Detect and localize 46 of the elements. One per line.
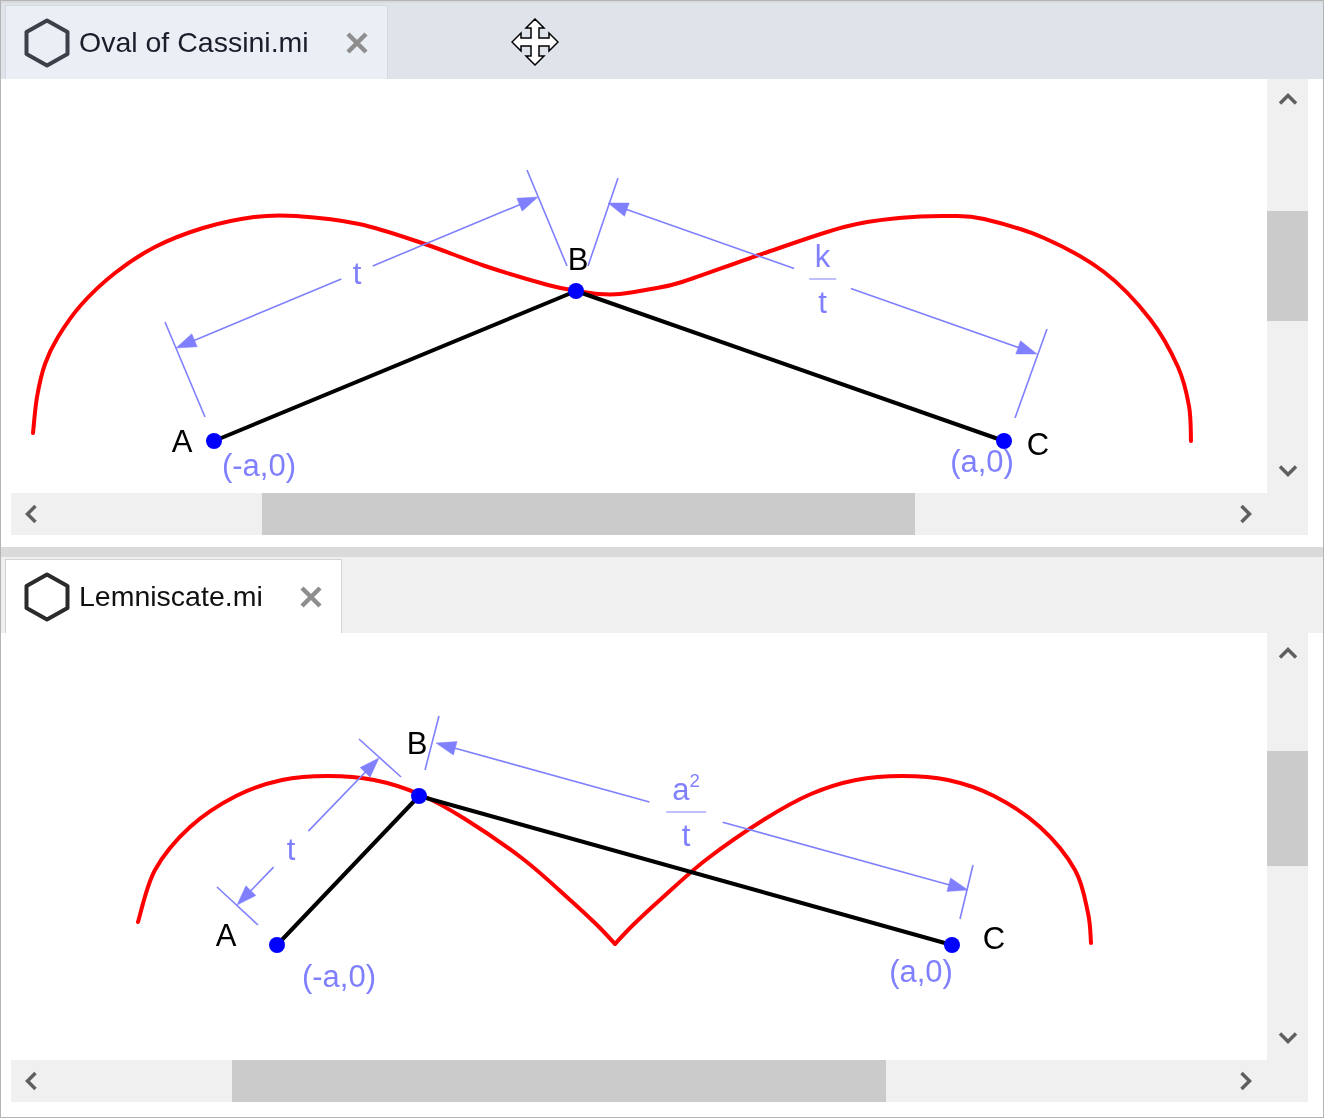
chevron-up-icon[interactable] <box>1277 647 1298 659</box>
scrollbar-thumb[interactable] <box>262 493 915 535</box>
move-cursor-icon <box>511 18 559 66</box>
point-dot <box>568 283 584 299</box>
chevron-down-icon[interactable] <box>1277 1032 1298 1044</box>
chevron-down-icon[interactable] <box>1277 465 1298 477</box>
chevron-right-icon[interactable] <box>1240 504 1252 524</box>
extension-line <box>216 886 259 926</box>
hexagon-icon <box>24 571 70 622</box>
point-dot <box>411 788 427 804</box>
point-label: A <box>215 919 237 951</box>
point-label: A <box>171 425 193 457</box>
fraction-label: k t <box>808 240 837 317</box>
point-dot <box>944 937 960 953</box>
dimension-label: t <box>286 833 296 865</box>
hexagon-icon <box>24 17 70 68</box>
horizontal-scrollbar[interactable] <box>11 493 1308 535</box>
scrollbar-thumb[interactable] <box>1267 211 1308 321</box>
fraction-label: a$^{2}$ t <box>666 773 706 851</box>
horizontal-scrollbar[interactable] <box>11 1060 1308 1102</box>
close-icon[interactable] <box>298 584 323 609</box>
coordinate-label: (a,0) <box>889 955 953 987</box>
file-tab[interactable]: Oval of Cassini.mi <box>5 5 388 79</box>
file-tab[interactable]: Lemniscate.mi <box>5 559 342 633</box>
point-label: B <box>567 243 589 275</box>
coordinate-label: (a,0) <box>950 445 1014 477</box>
vertical-scrollbar[interactable] <box>1267 79 1308 493</box>
point-dot <box>206 433 222 449</box>
scrollbar-thumb[interactable] <box>1267 751 1308 866</box>
extension-line <box>424 715 440 771</box>
point-dot <box>269 937 285 953</box>
point-dot <box>996 433 1012 449</box>
scrollbar-thumb[interactable] <box>232 1060 886 1102</box>
coordinate-label: (-a,0) <box>301 960 377 992</box>
chevron-right-icon[interactable] <box>1240 1071 1252 1091</box>
close-icon[interactable] <box>344 30 369 55</box>
coordinate-label: (-a,0) <box>221 449 297 481</box>
chevron-left-icon[interactable] <box>25 1071 37 1091</box>
chevron-up-icon[interactable] <box>1277 93 1298 105</box>
extension-line <box>959 864 974 920</box>
chevron-left-icon[interactable] <box>25 504 37 524</box>
point-label: C <box>982 922 1006 954</box>
point-label: C <box>1026 428 1050 460</box>
extension-line <box>358 738 402 778</box>
point-label: B <box>406 727 428 759</box>
dimension-label: t <box>352 257 362 288</box>
